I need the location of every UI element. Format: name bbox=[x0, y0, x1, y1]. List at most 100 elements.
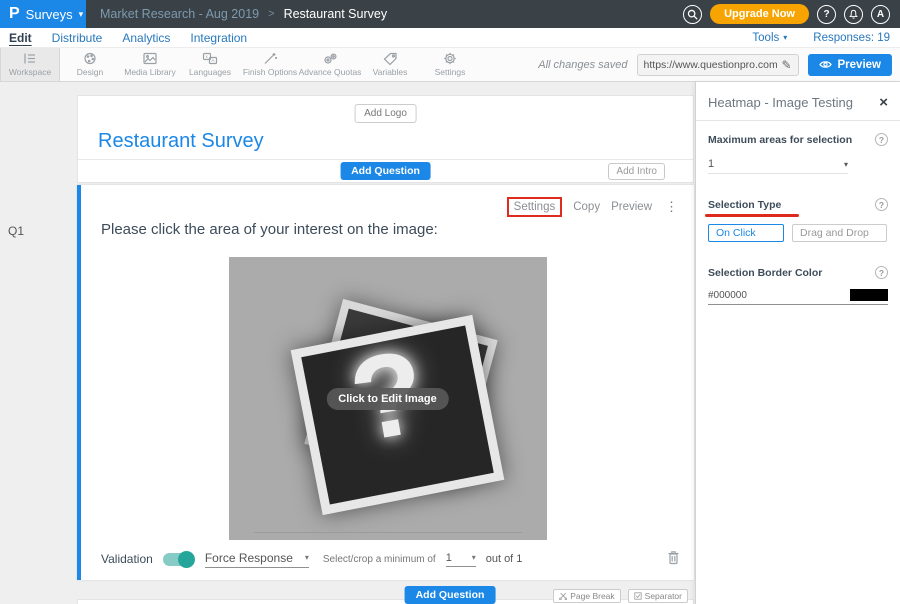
selection-type-field: Selection Type ? bbox=[708, 198, 888, 211]
help-circle-icon[interactable]: ? bbox=[875, 198, 888, 211]
help-button[interactable]: ? bbox=[817, 5, 836, 24]
survey-header-card: Add Logo Restaurant Survey Add Question … bbox=[77, 95, 694, 183]
responses-count[interactable]: Responses: 19 bbox=[813, 32, 890, 44]
tabrow-right: Tools ▾ Responses: 19 bbox=[752, 32, 900, 44]
toolbar-item-advance-quotas[interactable]: Advance Quotas bbox=[300, 48, 360, 81]
edit-toolbar: Workspace Design Media Library xA Langua… bbox=[0, 48, 900, 82]
avatar-initial: A bbox=[877, 9, 884, 20]
border-color-field: Selection Border Color ? bbox=[708, 266, 888, 279]
panel-body: Maximum areas for selection ? 1 ▾ Select… bbox=[696, 121, 900, 317]
on-click-option[interactable]: On Click bbox=[708, 224, 784, 242]
chevron-down-icon: ▾ bbox=[844, 160, 848, 169]
eye-icon bbox=[819, 60, 832, 69]
add-question-button-bottom[interactable]: Add Question bbox=[405, 586, 496, 604]
close-panel-button[interactable]: × bbox=[879, 95, 888, 110]
validation-toggle[interactable] bbox=[163, 553, 193, 566]
top-bar: P Surveys ▾ Market Research - Aug 2019 >… bbox=[0, 0, 900, 28]
question-preview-button[interactable]: Preview bbox=[611, 201, 652, 213]
svg-text:x: x bbox=[206, 54, 209, 59]
max-areas-field: Maximum areas for selection ? bbox=[708, 133, 888, 146]
help-circle-icon[interactable]: ? bbox=[875, 133, 888, 146]
question-card: Settings Copy Preview ⋮ Please click the… bbox=[77, 185, 694, 580]
out-of-text: out of 1 bbox=[486, 553, 523, 565]
question-settings-button[interactable]: Settings bbox=[507, 197, 563, 217]
panel-title: Heatmap - Image Testing bbox=[708, 95, 853, 110]
survey-url-box: ✎ bbox=[637, 54, 799, 76]
kebab-menu-icon[interactable]: ⋮ bbox=[663, 199, 680, 215]
search-icon bbox=[687, 9, 698, 20]
upgrade-button[interactable]: Upgrade Now bbox=[710, 4, 809, 24]
tools-label: Tools bbox=[752, 32, 779, 44]
add-question-strip: Add Question Add Intro bbox=[78, 159, 693, 182]
tab-analytics[interactable]: Analytics bbox=[122, 31, 170, 45]
checkbox-icon bbox=[634, 592, 642, 600]
border-color-label: Selection Border Color bbox=[708, 267, 822, 279]
magic-wand-icon bbox=[262, 52, 278, 65]
question-actions: Settings Copy Preview ⋮ bbox=[507, 197, 680, 217]
media-library-icon bbox=[142, 52, 158, 65]
section-tabs: Edit Distribute Analytics Integration To… bbox=[0, 28, 900, 48]
breadcrumb-separator-icon: > bbox=[268, 8, 274, 20]
question-text[interactable]: Please click the area of your interest o… bbox=[101, 221, 438, 238]
notifications-button[interactable] bbox=[844, 5, 863, 24]
drag-and-drop-option[interactable]: Drag and Drop bbox=[792, 224, 887, 242]
svg-text:A: A bbox=[212, 58, 215, 63]
preview-button[interactable]: Preview bbox=[808, 54, 892, 76]
color-swatch[interactable] bbox=[850, 289, 888, 301]
languages-icon: xA bbox=[202, 52, 218, 65]
help-icon: ? bbox=[823, 9, 829, 20]
chevron-down-icon: ▾ bbox=[79, 9, 84, 20]
toggle-knob-icon bbox=[178, 551, 195, 568]
bottom-insert-buttons: Page Break Separator bbox=[553, 589, 688, 603]
add-question-button-top[interactable]: Add Question bbox=[340, 162, 431, 180]
toolbar-item-workspace[interactable]: Workspace bbox=[0, 48, 60, 81]
save-status: All changes saved bbox=[538, 59, 627, 71]
design-palette-icon bbox=[82, 52, 98, 65]
tab-distribute[interactable]: Distribute bbox=[52, 31, 103, 45]
border-color-input[interactable]: #000000 bbox=[708, 289, 888, 305]
bell-icon bbox=[848, 9, 859, 20]
app-menu[interactable]: P Surveys ▾ bbox=[0, 0, 86, 28]
app-menu-label: Surveys bbox=[26, 7, 73, 22]
minimum-value-dropdown[interactable]: 1 ▾ bbox=[446, 552, 476, 567]
breadcrumb-parent[interactable]: Market Research - Aug 2019 bbox=[100, 7, 259, 21]
tools-dropdown[interactable]: Tools ▾ bbox=[752, 32, 787, 44]
topbar-actions: Upgrade Now ? A bbox=[683, 0, 900, 28]
separator-button[interactable]: Separator bbox=[628, 589, 688, 603]
toolbar-item-design[interactable]: Design bbox=[60, 48, 120, 81]
toolbar-item-finish-options[interactable]: Finish Options bbox=[240, 48, 300, 81]
tab-integration[interactable]: Integration bbox=[190, 31, 247, 45]
max-areas-label: Maximum areas for selection bbox=[708, 134, 852, 146]
tab-edit[interactable]: Edit bbox=[9, 31, 32, 45]
add-intro-button[interactable]: Add Intro bbox=[608, 163, 665, 180]
quotas-gears-icon bbox=[322, 52, 338, 65]
survey-url-input[interactable] bbox=[644, 59, 778, 71]
add-logo-button[interactable]: Add Logo bbox=[354, 104, 417, 123]
panel-header: Heatmap - Image Testing × bbox=[696, 82, 900, 121]
help-circle-icon[interactable]: ? bbox=[875, 266, 888, 279]
delete-question-button[interactable] bbox=[667, 550, 680, 568]
scissors-icon bbox=[559, 592, 567, 600]
account-avatar[interactable]: A bbox=[871, 5, 890, 24]
selection-type-label: Selection Type bbox=[708, 199, 781, 211]
breadcrumb-current: Restaurant Survey bbox=[284, 7, 388, 21]
click-to-edit-image-button[interactable]: Click to Edit Image bbox=[326, 388, 448, 410]
breadcrumb: Market Research - Aug 2019 > Restaurant … bbox=[86, 0, 683, 28]
toolbar-item-languages[interactable]: xA Languages bbox=[180, 48, 240, 81]
question-number: Q1 bbox=[8, 224, 24, 238]
edit-url-pencil-icon[interactable]: ✎ bbox=[781, 58, 791, 72]
image-placeholder[interactable]: ? Click to Edit Image bbox=[229, 257, 547, 540]
trash-icon bbox=[667, 550, 680, 565]
toolbar-item-settings[interactable]: Settings bbox=[420, 48, 480, 81]
chevron-down-icon: ▾ bbox=[305, 553, 309, 562]
search-button[interactable] bbox=[683, 5, 702, 24]
questionpro-logo-icon: P bbox=[9, 5, 20, 23]
max-areas-select[interactable]: 1 ▾ bbox=[708, 158, 848, 174]
toolbar-item-variables[interactable]: Variables bbox=[360, 48, 420, 81]
gear-icon bbox=[442, 52, 458, 65]
validation-type-dropdown[interactable]: Force Response ▾ bbox=[205, 551, 309, 568]
page-break-button[interactable]: Page Break bbox=[553, 589, 620, 603]
question-copy-button[interactable]: Copy bbox=[573, 201, 600, 213]
survey-title[interactable]: Restaurant Survey bbox=[98, 130, 264, 153]
toolbar-item-media-library[interactable]: Media Library bbox=[120, 48, 180, 81]
